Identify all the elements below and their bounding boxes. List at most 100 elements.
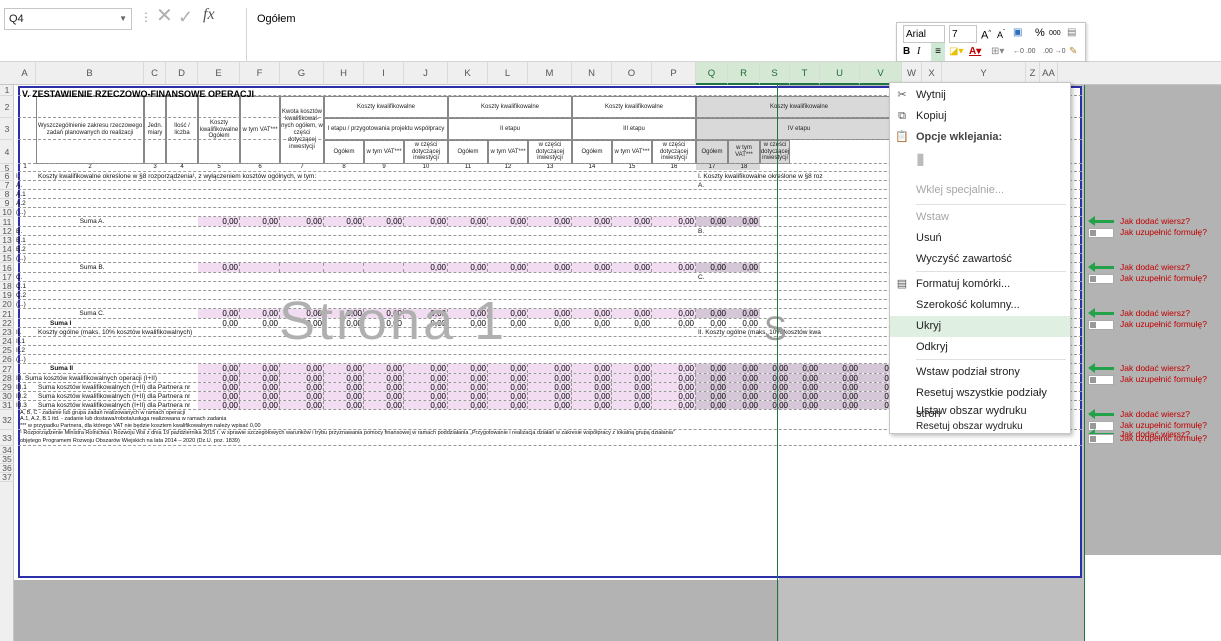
row-header-31[interactable]: 31: [0, 401, 14, 410]
increase-decimal-icon[interactable]: ←0 .00: [1013, 43, 1036, 61]
font-name-box[interactable]: Arial: [903, 25, 945, 43]
row-header-33[interactable]: 33: [0, 430, 14, 446]
value-cell[interactable]: 0,00: [728, 319, 760, 328]
value-cell[interactable]: 0,00: [404, 374, 448, 383]
value-cell[interactable]: 0,00: [760, 383, 790, 392]
value-cell[interactable]: 0,00: [324, 364, 364, 374]
value-cell[interactable]: 0,00: [324, 374, 364, 383]
value-cell[interactable]: 0,00: [364, 383, 404, 392]
column-header-b[interactable]: B: [36, 62, 144, 85]
toggle-switch[interactable]: [1088, 228, 1114, 238]
value-cell[interactable]: 0,00: [488, 364, 528, 374]
value-cell[interactable]: 0,00: [240, 309, 280, 319]
menu-item-paste-special[interactable]: Wklej specjalnie...: [890, 180, 1070, 201]
value-cell[interactable]: 0,00: [728, 374, 760, 383]
value-cell[interactable]: 0,00: [612, 364, 652, 374]
font-size-box[interactable]: 7: [949, 25, 977, 43]
value-cell[interactable]: 0,00: [240, 217, 280, 227]
hint-fill-formula[interactable]: Jak uzupełnić formułę?: [1120, 273, 1207, 283]
value-cell[interactable]: 0,00: [612, 383, 652, 392]
toggle-switch[interactable]: [1088, 375, 1114, 385]
value-cell[interactable]: 0,00: [728, 383, 760, 392]
value-cell[interactable]: 0,00: [404, 392, 448, 401]
value-cell[interactable]: 0,00: [652, 364, 696, 374]
value-cell[interactable]: 0,00: [696, 392, 728, 401]
value-cell[interactable]: 0,00: [696, 364, 728, 374]
row-header-2[interactable]: 2: [0, 96, 14, 118]
value-cell[interactable]: 0,00: [760, 364, 790, 374]
column-header-a[interactable]: A: [14, 62, 36, 85]
column-header-q[interactable]: Q: [696, 62, 728, 85]
column-header-k[interactable]: K: [448, 62, 488, 85]
value-cell[interactable]: 0,00: [364, 217, 404, 227]
menu-item-column-width[interactable]: Szerokość kolumny...: [890, 295, 1070, 316]
column-header-j[interactable]: J: [404, 62, 448, 85]
value-cell[interactable]: 0,00: [528, 309, 572, 319]
value-cell[interactable]: 0,00: [572, 392, 612, 401]
value-cell[interactable]: 0,00: [404, 364, 448, 374]
increase-font-icon[interactable]: A^: [981, 24, 991, 42]
value-cell[interactable]: 0,00: [240, 383, 280, 392]
toggle-switch[interactable]: [1088, 274, 1114, 284]
fill-color-icon[interactable]: ◪▾: [949, 43, 963, 61]
value-cell[interactable]: 0,00: [528, 401, 572, 410]
hint-fill-formula[interactable]: Jak uzupełnić formułę?: [1120, 374, 1207, 384]
value-cell[interactable]: 0,00: [820, 392, 860, 401]
column-header-i[interactable]: I: [364, 62, 404, 85]
value-cell[interactable]: 0,00: [612, 374, 652, 383]
column-header-t[interactable]: T: [790, 62, 820, 85]
value-cell[interactable]: 0,00: [198, 309, 240, 319]
value-cell[interactable]: 0,00: [696, 217, 728, 227]
value-cell[interactable]: 0,00: [528, 319, 572, 328]
value-cell[interactable]: 0,00: [612, 263, 652, 273]
decrease-font-icon[interactable]: Aˇ: [997, 24, 1005, 42]
value-cell[interactable]: 0,00: [572, 263, 612, 273]
value-cell[interactable]: 0,00: [280, 364, 324, 374]
value-cell[interactable]: 0,00: [198, 364, 240, 374]
hint-add-row[interactable]: Jak dodać wiersz?: [1120, 409, 1190, 419]
value-cell[interactable]: 0,00: [324, 392, 364, 401]
value-cell[interactable]: 0,00: [364, 401, 404, 410]
value-cell[interactable]: 0,00: [528, 217, 572, 227]
value-cell[interactable]: 0,00: [696, 309, 728, 319]
value-cell[interactable]: 0,00: [652, 309, 696, 319]
menu-item-insert[interactable]: Wstaw: [890, 207, 1070, 228]
value-cell[interactable]: 0,00: [280, 217, 324, 227]
value-cell[interactable]: 0,00: [488, 374, 528, 383]
value-cell[interactable]: 0,00: [572, 383, 612, 392]
value-cell[interactable]: 0,00: [198, 319, 240, 328]
value-cell[interactable]: 0,00: [404, 401, 448, 410]
menu-item-reset-page-breaks[interactable]: Resetuj wszystkie podziały stron: [890, 383, 1070, 420]
row-header-15[interactable]: 15: [0, 254, 14, 263]
value-cell[interactable]: 0,00: [790, 401, 820, 410]
value-cell[interactable]: 0,00: [652, 374, 696, 383]
value-cell[interactable]: 0,00: [528, 364, 572, 374]
value-cell[interactable]: 0,00: [240, 374, 280, 383]
value-cell[interactable]: 0,00: [652, 263, 696, 273]
value-cell[interactable]: 0,00: [448, 401, 488, 410]
column-header-m[interactable]: M: [528, 62, 572, 85]
value-cell[interactable]: 0,00: [790, 374, 820, 383]
formula-input[interactable]: Ogółem: [246, 8, 896, 62]
value-cell[interactable]: 0,00: [760, 401, 790, 410]
check-icon[interactable]: ✓: [178, 6, 193, 28]
value-cell[interactable]: 0,00: [728, 217, 760, 227]
row-header-37[interactable]: 37: [0, 473, 14, 482]
value-cell[interactable]: 0,00: [280, 392, 324, 401]
value-cell[interactable]: 0,00: [488, 263, 528, 273]
value-cell[interactable]: 0,00: [364, 374, 404, 383]
value-cell[interactable]: 0,00: [572, 364, 612, 374]
value-cell[interactable]: 0,00: [198, 374, 240, 383]
value-cell[interactable]: 0,00: [240, 364, 280, 374]
value-cell[interactable]: 0,00: [612, 392, 652, 401]
value-cell[interactable]: 0,00: [488, 401, 528, 410]
menu-item-unhide[interactable]: Odkryj: [890, 337, 1070, 358]
value-cell[interactable]: 0,00: [728, 309, 760, 319]
menu-item-hide[interactable]: Ukryj: [890, 316, 1070, 337]
value-cell[interactable]: 0,00: [324, 217, 364, 227]
value-cell[interactable]: 0,00: [528, 383, 572, 392]
row-header-32[interactable]: 32: [0, 410, 14, 430]
chevron-down-icon[interactable]: ▼: [119, 9, 127, 29]
value-cell[interactable]: 0,00: [820, 364, 860, 374]
value-cell[interactable]: 0,00: [198, 392, 240, 401]
